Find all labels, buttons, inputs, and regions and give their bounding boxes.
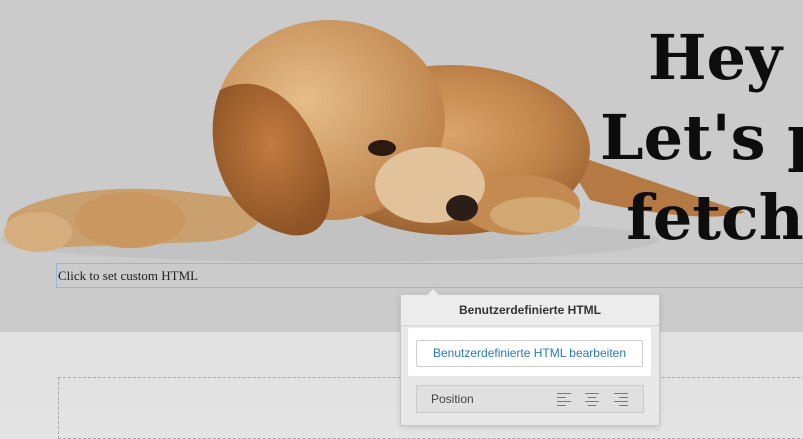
position-row: Position xyxy=(416,385,644,413)
hero-headline: Hey Let's p fetch xyxy=(600,18,803,258)
headline-line-2: Let's p xyxy=(600,101,803,174)
popup-arrow-fill xyxy=(426,289,440,296)
popup-title: Benutzerdefinierte HTML xyxy=(401,295,659,326)
edit-custom-html-button[interactable]: Benutzerdefinierte HTML bearbeiten xyxy=(416,340,643,367)
edit-button-container: Benutzerdefinierte HTML bearbeiten xyxy=(408,328,651,376)
headline-line-1: Hey xyxy=(647,21,783,94)
headline-line-3: fetch xyxy=(626,181,803,254)
align-left-icon[interactable] xyxy=(557,393,571,406)
custom-html-field[interactable]: Click to set custom HTML xyxy=(56,263,803,288)
position-label: Position xyxy=(431,392,474,406)
custom-html-placeholder: Click to set custom HTML xyxy=(58,268,199,283)
align-right-icon[interactable] xyxy=(614,393,628,406)
align-center-icon[interactable] xyxy=(585,393,599,406)
hero-section: Hey Let's p fetch Click to set custom HT… xyxy=(0,0,803,332)
custom-html-popup: Benutzerdefinierte HTML Benutzerdefinier… xyxy=(400,294,660,426)
